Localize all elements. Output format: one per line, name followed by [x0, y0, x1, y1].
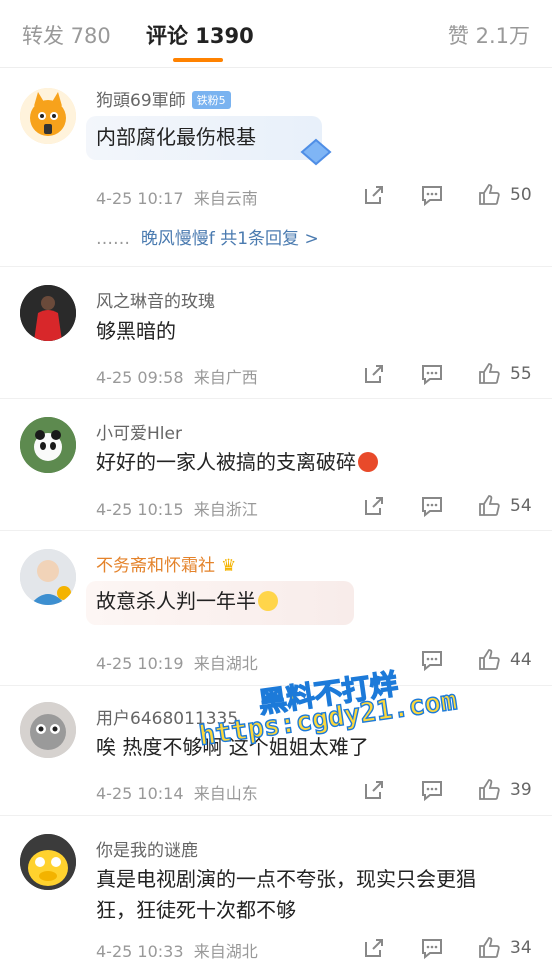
comment-icon[interactable] — [420, 936, 444, 960]
avatar[interactable] — [20, 549, 76, 605]
comment-time: 4-25 10:33 — [96, 942, 184, 961]
active-tab-indicator — [173, 58, 223, 62]
comment-item: 小可爱Hler 好好的一家人被搞的支离破碎 4-25 10:15 来自浙江 54 — [0, 399, 552, 531]
comment-meta: 4-25 10:15 来自浙江 — [96, 496, 258, 520]
avatar[interactable] — [20, 417, 76, 473]
comment-meta: 4-25 10:17 来自云南 — [96, 185, 258, 209]
comment-text: 够黑暗的 — [96, 319, 176, 343]
chevron-right-icon[interactable]: > — [304, 229, 318, 249]
reply-count-link[interactable]: 共1条回复 — [220, 229, 299, 249]
comment-tabs: 转发 780 评论 1390 赞 2.1万 — [0, 0, 552, 68]
comment-text-content: 好好的一家人被搞的支离破碎 — [96, 450, 356, 474]
username[interactable]: 不务斋和怀霜社 ♛ — [96, 551, 236, 576]
share-icon[interactable] — [362, 494, 386, 518]
thumbs-up-icon[interactable] — [477, 648, 501, 672]
share-icon[interactable] — [362, 936, 386, 960]
smirk-face-emoji — [258, 591, 278, 611]
comment-item: 你是我的谜鹿 真是电视剧演的一点不夸张，现实只会更猖 狂，狂徒死十次都不够 4-… — [0, 816, 552, 966]
comment-item: 风之琳音的玫瑰 够黑暗的 4-25 09:58 来自广西 55 — [0, 267, 552, 399]
username-text[interactable]: 狗頭69軍師 — [96, 91, 186, 111]
comment-text-content: 故意杀人判一年半 — [96, 589, 256, 613]
comment-text: 好好的一家人被搞的支离破碎 — [96, 447, 526, 478]
tab-reposts[interactable]: 转发 780 — [22, 20, 111, 50]
thumbs-up-icon[interactable] — [477, 362, 501, 386]
avatar[interactable] — [20, 702, 76, 758]
tab-likes[interactable]: 赞 2.1万 — [448, 20, 530, 50]
username[interactable]: 你是我的谜鹿 — [96, 836, 198, 861]
comment-text: 真是电视剧演的一点不夸张，现实只会更猖 狂，狂徒死十次都不够 — [96, 864, 526, 926]
crown-icon: ♛ — [221, 556, 237, 576]
comment-location: 来自浙江 — [193, 500, 258, 519]
comment-text: 唉 热度不够啊 这个姐姐太难了 — [96, 735, 369, 759]
comment-location: 来自山东 — [193, 784, 258, 803]
angry-face-emoji — [358, 452, 378, 472]
comment-icon[interactable] — [420, 778, 444, 802]
username-text[interactable]: 不务斋和怀霜社 — [96, 556, 215, 576]
like-count: 54 — [510, 496, 532, 516]
like-count: 55 — [510, 364, 532, 384]
thumbs-up-icon[interactable] — [477, 778, 501, 802]
comment-icon[interactable] — [420, 494, 444, 518]
like-count: 44 — [510, 650, 532, 670]
avatar[interactable] — [20, 285, 76, 341]
diamond-icon — [300, 138, 332, 166]
like-count: 50 — [510, 185, 532, 205]
reply-dots: …… — [96, 229, 130, 249]
comment-text: 故意杀人判一年半 — [96, 586, 526, 617]
tab-comments[interactable]: 评论 1390 — [146, 20, 254, 50]
reply-summary[interactable]: …… 晚风慢慢f 共1条回复 > — [96, 224, 319, 249]
comment-text-line: 狂，狂徒死十次都不够 — [96, 898, 296, 922]
comment-location: 来自湖北 — [193, 654, 258, 673]
comment-location: 来自湖北 — [193, 942, 258, 961]
comment-time: 4-25 10:17 — [96, 189, 184, 208]
comment-meta: 4-25 09:58 来自广西 — [96, 364, 258, 388]
avatar[interactable] — [20, 88, 76, 144]
like-count: 39 — [510, 780, 532, 800]
thumbs-up-icon[interactable] — [477, 936, 501, 960]
share-icon[interactable] — [362, 183, 386, 207]
reply-author[interactable]: 晚风慢慢f — [141, 229, 215, 249]
avatar[interactable] — [20, 834, 76, 890]
comment-item: 狗頭69軍師 铁粉5 内部腐化最伤根基 4-25 10:17 来自云南 50 ……… — [0, 68, 552, 267]
like-count: 34 — [510, 938, 532, 958]
fan-badge: 铁粉5 — [191, 91, 231, 109]
comment-time: 4-25 10:19 — [96, 654, 184, 673]
username[interactable]: 风之琳音的玫瑰 — [96, 287, 215, 312]
username[interactable]: 狗頭69軍師 铁粉5 — [96, 86, 231, 111]
comment-location: 来自广西 — [193, 368, 258, 387]
comment-icon[interactable] — [420, 362, 444, 386]
comment-time: 4-25 10:14 — [96, 784, 184, 803]
comment-time: 4-25 09:58 — [96, 368, 184, 387]
comment-text-line: 真是电视剧演的一点不夸张，现实只会更猖 — [96, 867, 476, 891]
share-icon[interactable] — [362, 778, 386, 802]
comment-location: 来自云南 — [193, 189, 258, 208]
share-icon[interactable] — [362, 362, 386, 386]
thumbs-up-icon[interactable] — [477, 494, 501, 518]
comment-meta: 4-25 10:33 来自湖北 — [96, 938, 258, 962]
comment-meta: 4-25 10:19 来自湖北 — [96, 650, 258, 674]
comment-icon[interactable] — [420, 183, 444, 207]
comment-icon[interactable] — [420, 648, 444, 672]
thumbs-up-icon[interactable] — [477, 183, 501, 207]
comment-item: 不务斋和怀霜社 ♛ 故意杀人判一年半 4-25 10:19 来自湖北 44 — [0, 531, 552, 686]
comment-time: 4-25 10:15 — [96, 500, 184, 519]
comment-meta: 4-25 10:14 来自山东 — [96, 780, 258, 804]
username[interactable]: 小可爱Hler — [96, 419, 182, 444]
